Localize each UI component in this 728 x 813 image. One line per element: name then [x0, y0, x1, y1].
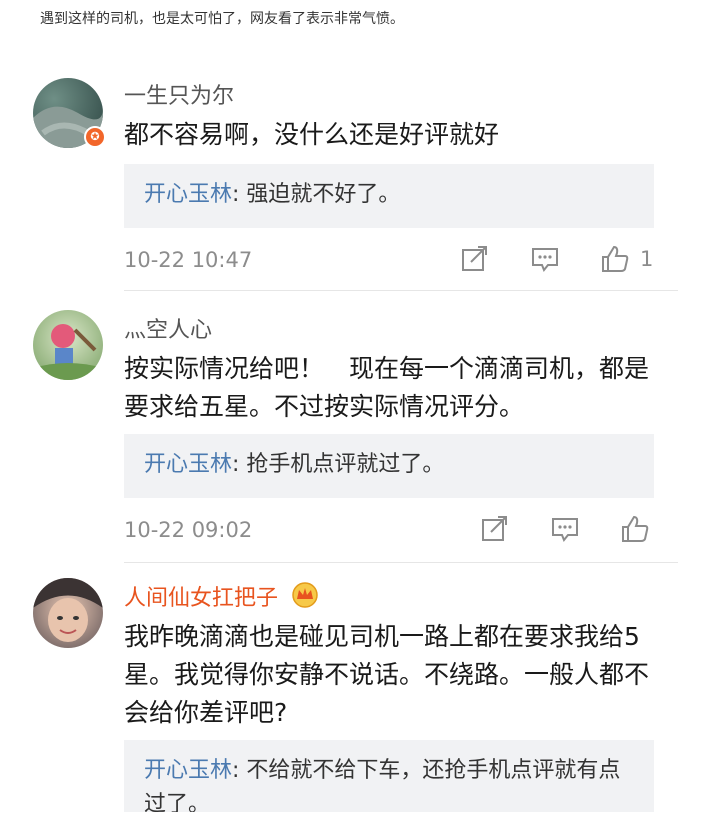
- crown-icon: [292, 582, 318, 608]
- username[interactable]: 人间仙女扛把子: [124, 586, 278, 611]
- avatar-image: [33, 578, 103, 642]
- username-vip[interactable]: 人间仙女扛把子: [124, 580, 319, 612]
- reply-box[interactable]: 开心玉林: 不给就不给下车，还抢手机点评就有点过了。: [124, 740, 654, 812]
- like-count: 1: [640, 247, 654, 271]
- reply-username[interactable]: 开心玉林: [144, 758, 232, 783]
- comment-icon[interactable]: [530, 244, 560, 274]
- comment-meta: 10-22 10:47 1: [124, 244, 654, 276]
- comment-text: 都不容易啊，没什么还是好评就好: [124, 120, 500, 149]
- reply-text: : 强迫就不好了。: [232, 182, 401, 207]
- avatar[interactable]: [33, 310, 103, 380]
- timestamp: 10-22 10:47: [124, 248, 253, 272]
- reply-box[interactable]: 开心玉林: 强迫就不好了。: [124, 164, 654, 228]
- article-caption: 遇到这样的司机，也是太可怕了，网友看了表示非常气愤。: [40, 11, 404, 27]
- verified-badge-icon: ✪: [84, 126, 106, 148]
- avatar[interactable]: [33, 578, 103, 648]
- username[interactable]: 灬空人心: [124, 312, 212, 344]
- comment-icon[interactable]: [550, 514, 580, 544]
- reply-box[interactable]: 开心玉林: 抢手机点评就过了。: [124, 434, 654, 498]
- reply-text: : 抢手机点评就过了。: [232, 452, 445, 477]
- timestamp: 10-22 09:02: [124, 518, 253, 542]
- comment-meta: 10-22 09:02: [124, 514, 654, 546]
- thumbs-up-icon[interactable]: [620, 514, 650, 544]
- divider: [124, 290, 678, 291]
- reply-username[interactable]: 开心玉林: [144, 182, 232, 207]
- thumbs-up-icon[interactable]: [600, 244, 630, 274]
- comment-text: 按实际情况给吧！ 现在每一个滴滴司机，都是要求给五星。不过按实际情况评分。: [124, 354, 650, 421]
- avatar-image: [33, 324, 103, 380]
- reply-username[interactable]: 开心玉林: [144, 452, 232, 477]
- divider: [124, 562, 678, 563]
- share-icon[interactable]: [460, 244, 490, 274]
- username[interactable]: 一生只为尔: [124, 78, 234, 110]
- share-icon[interactable]: [480, 514, 510, 544]
- comment-text: 我昨晚滴滴也是碰见司机一路上都在要求我给5星。我觉得你安静不说话。不绕路。一般人…: [124, 622, 650, 727]
